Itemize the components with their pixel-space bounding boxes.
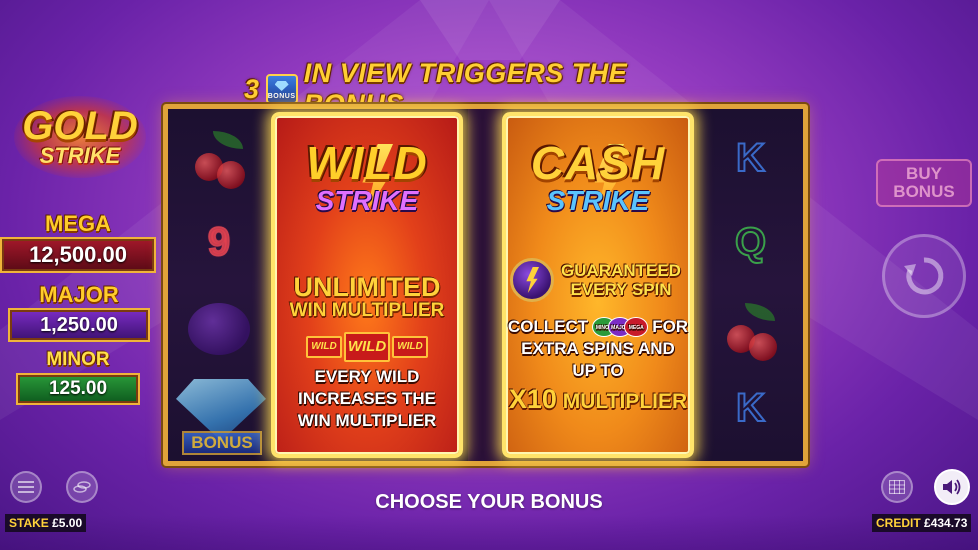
- cash-multiplier: X10 MULTIPLIER: [509, 384, 687, 415]
- stake-display: STAKE £5.00: [5, 514, 87, 532]
- hamburger-icon: [18, 481, 34, 493]
- trigger-count: 3: [244, 73, 260, 104]
- wild-headline: UNLIMITED WIN MULTIPLIER: [290, 274, 445, 322]
- cherry-symbol: [698, 293, 803, 373]
- buy-bonus-button[interactable]: BUY BONUS: [876, 159, 972, 207]
- sound-button[interactable]: [934, 469, 970, 505]
- wild-strike-title-line2: STRIKE: [315, 185, 419, 216]
- nine-symbol: 9: [207, 219, 231, 265]
- jackpot-minor-value: 125.00: [16, 373, 140, 405]
- collect-prefix: COLLECT: [507, 317, 589, 336]
- jackpot-minor-label: MINOR: [46, 349, 110, 370]
- buy-bonus-line1: BUY: [906, 164, 942, 183]
- wild-tiles-icon: WILD WILD WILD: [306, 332, 428, 362]
- logo-line2: STRIKE: [39, 143, 121, 168]
- reel-3-gap: [468, 109, 502, 461]
- guarantee-text: GUARANTEED EVERY SPIN: [561, 261, 681, 299]
- game-logo: GOLD STRIKE: [4, 92, 156, 182]
- stake-label: STAKE: [9, 516, 49, 530]
- bottom-bar: [0, 515, 978, 550]
- choose-bonus-label: CHOOSE YOUR BONUS: [375, 491, 603, 513]
- jackpot-minor: MINOR 125.00: [16, 348, 140, 405]
- strike-coin-icon: [510, 258, 554, 302]
- diamond-icon: [274, 81, 289, 91]
- bonus-trigger-banner: 3 BONUS IN VIEW TRIGGERS THE BONUS: [244, 58, 710, 119]
- stake-value: £5.00: [52, 516, 83, 530]
- jackpot-mega-value: 12,500.00: [0, 237, 156, 273]
- collect-row: COLLECT MINOR MAJOR MEGA FOR: [506, 316, 690, 338]
- credit-display: CREDIT £434.73: [872, 514, 972, 532]
- paytable-button[interactable]: [881, 471, 913, 503]
- diamond-bonus-symbol: BONUS: [174, 379, 268, 459]
- stake-button[interactable]: [66, 471, 98, 503]
- credit-label: CREDIT: [876, 516, 921, 530]
- grid-icon: [889, 480, 905, 494]
- spin-button[interactable]: [882, 234, 966, 318]
- multiplier-label: MULTIPLIER: [562, 390, 688, 413]
- wild-strike-logo: WILD STRIKE: [281, 138, 453, 244]
- cherry-icon: [189, 131, 249, 191]
- mega-coin-icon: MEGA: [624, 317, 649, 337]
- jackpot-major-value: 1,250.00: [8, 308, 150, 342]
- wild-strike-option[interactable]: WILD STRIKE UNLIMITED WIN MULTIPLIER WIL…: [271, 112, 463, 458]
- wild-description: EVERY WILD INCREASES THE WIN MULTIPLIER: [297, 367, 437, 430]
- plum-icon: [188, 303, 250, 355]
- bonus-symbol-icon: BONUS: [265, 74, 298, 104]
- wild-strike-title-line1: WILD: [306, 137, 428, 189]
- plum-symbol: [168, 289, 270, 369]
- jackpot-mega-label: MEGA: [45, 211, 111, 236]
- collect-suffix: FOR: [652, 317, 689, 336]
- reel-5: K Q K: [698, 109, 803, 461]
- cash-strike-logo: CASH STRIKE: [512, 138, 684, 244]
- diamond-bonus-label: BONUS: [182, 431, 262, 455]
- cherry-icon: [721, 303, 781, 363]
- k-symbol: K: [735, 135, 766, 181]
- jackpot-coins-icon: MINOR MAJOR MEGA: [592, 317, 649, 337]
- cash-strike-title-line1: CASH: [530, 137, 666, 189]
- wild-tile-icon: WILD: [392, 336, 428, 358]
- credit-value: £434.73: [924, 516, 968, 530]
- wild-headline-sub: WIN MULTIPLIER: [289, 300, 445, 321]
- jackpot-major-label: MAJOR: [39, 282, 119, 307]
- jackpot-mega: MEGA 12,500.00: [0, 212, 156, 273]
- k-symbol: K: [735, 385, 766, 431]
- wild-tile-icon: WILD: [306, 336, 342, 358]
- cash-strike-option[interactable]: CASH STRIKE GUARANTEED EVERY SPIN COLLEC…: [502, 112, 694, 458]
- cash-description: EXTRA SPINS AND UP TO: [521, 339, 675, 380]
- q-symbol: Q: [734, 219, 767, 265]
- wild-headline-main: UNLIMITED: [293, 272, 441, 302]
- cash-strike-title-line2: STRIKE: [546, 185, 650, 216]
- reels-frame: 9 BONUS K Q K: [163, 104, 808, 466]
- buy-bonus-line2: BONUS: [893, 182, 955, 201]
- bonus-chip-label: BONUS: [267, 93, 296, 100]
- cherry-symbol: [168, 121, 270, 201]
- wild-tile-icon: WILD: [344, 332, 390, 362]
- spin-icon: [904, 257, 944, 295]
- logo-line1: GOLD: [22, 104, 138, 148]
- guarantee-row: GUARANTEED EVERY SPIN: [510, 258, 686, 302]
- multiplier-value: X10: [508, 384, 557, 414]
- reel-1: 9 BONUS: [168, 109, 270, 461]
- coins-icon: [73, 481, 91, 493]
- jackpot-major: MAJOR 1,250.00: [8, 283, 150, 342]
- menu-button[interactable]: [10, 471, 42, 503]
- speaker-icon: [943, 479, 961, 495]
